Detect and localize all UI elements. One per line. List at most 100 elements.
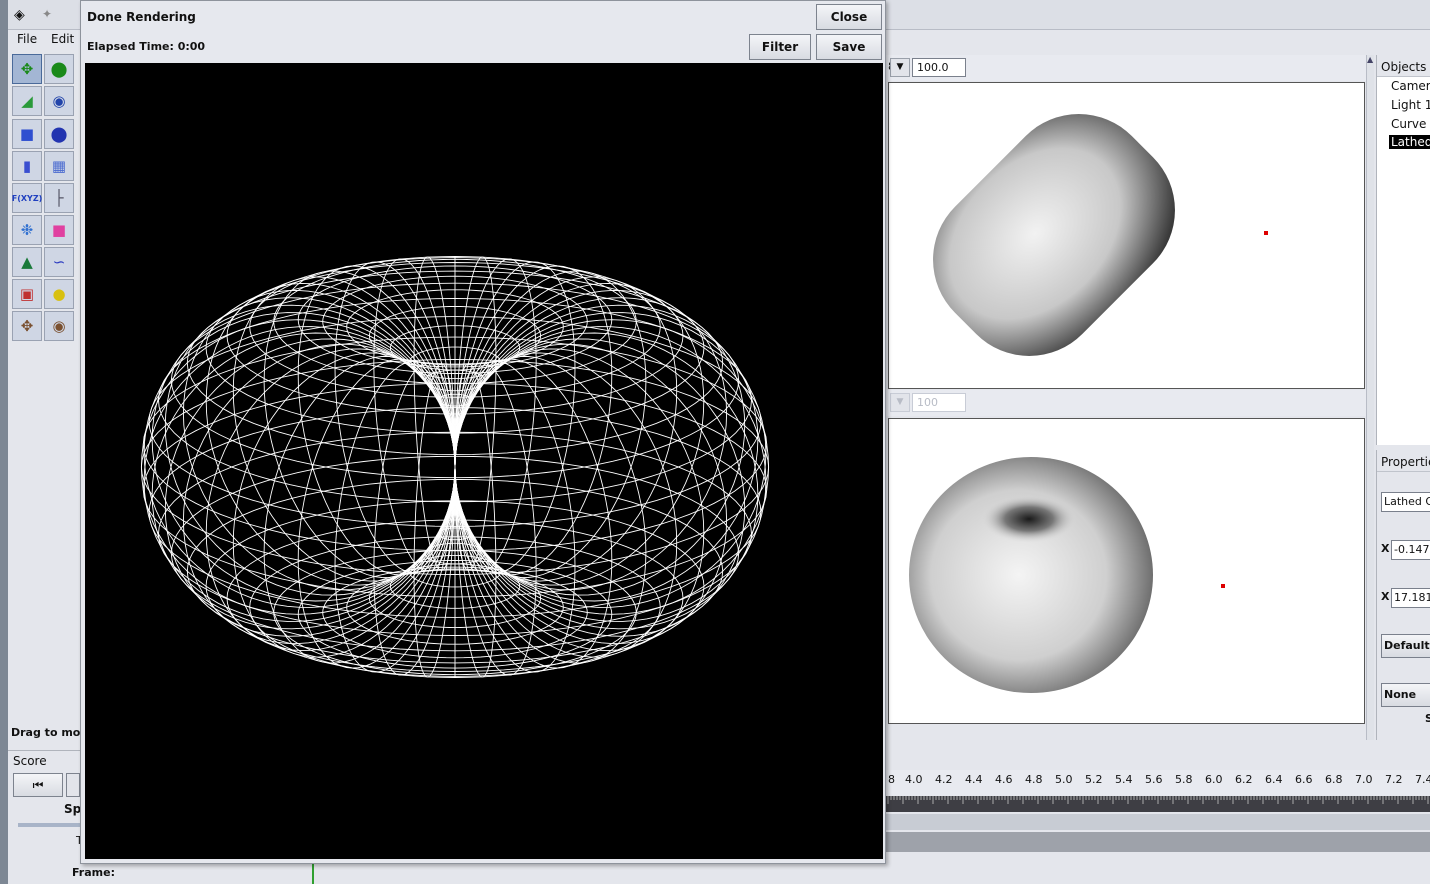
origin-marker (1221, 584, 1225, 588)
render-dialog: Done Rendering Elapsed Time: 0:00 Close … (80, 0, 886, 864)
timeline-tick-label: 5.8 (1175, 773, 1193, 786)
wire-meridian (164, 297, 456, 596)
object-name-field[interactable]: Lathed O (1381, 492, 1430, 512)
score-label: Score (13, 754, 47, 768)
droplet-tool[interactable]: ❉ (12, 215, 42, 245)
light-tool[interactable]: ● (44, 279, 74, 309)
sphere-tool[interactable]: ⬤ (44, 119, 74, 149)
drag-hint: Drag to mov (11, 726, 88, 739)
torus-shape (909, 457, 1153, 693)
rotate-view-tool[interactable]: ◉ (44, 311, 74, 341)
rotate-tool[interactable]: ⬤ (44, 54, 74, 84)
play-button[interactable] (66, 773, 80, 797)
panel-splitter[interactable]: ▲ (1366, 55, 1374, 740)
render-image (85, 63, 883, 859)
move-view-tool[interactable]: ✥ (12, 311, 42, 341)
properties-panel: Propertie Lathed O X -0.147 X 17.181 Def… (1376, 450, 1430, 740)
timeline-scale[interactable] (886, 796, 1430, 812)
bevel-icon: ◢ (21, 92, 33, 110)
wire-meridian (164, 338, 456, 637)
function-xyz-icon: F(XYZ) (11, 193, 43, 203)
camera-tool[interactable]: ▣ (12, 279, 42, 309)
objects-panel: Objects Camera Light 1 Curve 9 Lathed (1376, 55, 1430, 445)
cylinder-tool[interactable]: ▮ (12, 151, 42, 181)
object-item-camera[interactable]: Camera (1391, 79, 1430, 93)
droplet-icon: ❉ (20, 221, 34, 239)
top-viewport[interactable] (888, 82, 1365, 389)
timeline-tick-label: 6.4 (1265, 773, 1283, 786)
cylinder-icon: ▮ (22, 157, 32, 175)
zoom-field-disabled: 100 (912, 393, 966, 412)
pink-cube-tool[interactable]: ■ (44, 215, 74, 245)
timeline-track[interactable] (886, 814, 1430, 830)
move-tool[interactable]: ✥ (12, 54, 42, 84)
tree-tool[interactable]: ├ (44, 183, 74, 213)
timeline-tick-label: 4.0 (905, 773, 923, 786)
bevel-tool[interactable]: ◢ (12, 86, 42, 116)
timeline-tick-label: 4.6 (995, 773, 1013, 786)
time-marker[interactable] (312, 864, 314, 884)
timeline-track[interactable] (886, 832, 1430, 852)
x-label: X (1381, 542, 1390, 555)
render-status: Done Rendering (87, 10, 196, 24)
filter-button[interactable]: Filter (749, 34, 811, 60)
move-view-icon: ✥ (20, 317, 34, 335)
view-dropdown-disabled: ▼ (890, 393, 910, 412)
timeline-tick-label: 4.8 (1025, 773, 1043, 786)
curve-tool[interactable]: ∽ (44, 247, 74, 277)
properties-header: Propertie (1377, 450, 1430, 472)
timeline-tick-label: 5.2 (1085, 773, 1103, 786)
rewind-icon: ⏮ (32, 778, 44, 792)
toolbox: ✥ ⬤ ◢ ◉ ■ ⬤ ▮ ▦ F(XYZ) ├ ❉ ■ ▲ ∽ ▣ ● ✥ ◉ (10, 54, 78, 346)
elapsed-time: Elapsed Time: 0:00 (87, 40, 206, 53)
bottom-viewport[interactable] (888, 418, 1365, 724)
object-item-lathed[interactable]: Lathed (1389, 135, 1430, 149)
menu-file[interactable]: File (17, 32, 37, 46)
rotation-x-field[interactable]: 17.181 (1391, 588, 1430, 608)
app-logo-icon: ◈ (14, 7, 25, 23)
divider (8, 750, 80, 751)
frame-label: Frame: (72, 866, 115, 879)
collapse-icon[interactable]: ▲ (1367, 55, 1373, 64)
object-item-curve[interactable]: Curve 9 (1391, 117, 1430, 131)
speed-label: Sp (64, 802, 82, 816)
timeline-tick-label: 4.2 (935, 773, 953, 786)
view-dropdown[interactable]: ▼ (890, 58, 910, 77)
timeline-tick-label: 6.8 (1325, 773, 1343, 786)
bottom-viewport-toolbar: ▼ 100 (886, 390, 1370, 416)
pink-cube-icon: ■ (51, 221, 67, 239)
skew-tool[interactable]: ▲ (12, 247, 42, 277)
lightbulb-icon: ● (52, 285, 66, 303)
function-xyz-tool[interactable]: F(XYZ) (12, 183, 42, 213)
material-button[interactable]: None (1381, 683, 1430, 707)
smoothing-label: S (1425, 712, 1430, 725)
skew-icon: ▲ (21, 253, 33, 271)
cube-tool[interactable]: ■ (12, 119, 42, 149)
wire-meridian (454, 338, 746, 637)
curve-icon: ∽ (52, 253, 66, 271)
object-item-light[interactable]: Light 1 (1391, 98, 1430, 112)
top-viewport-toolbar: 8 ▼ 100.0 (886, 55, 1370, 81)
pin-icon[interactable]: ✦ (42, 7, 52, 21)
close-button[interactable]: Close (816, 4, 882, 30)
rewind-button[interactable]: ⏮ (13, 773, 63, 797)
timeline-tick-label: 5.0 (1055, 773, 1073, 786)
lathe-tool[interactable]: ◉ (44, 86, 74, 116)
chevron-down-icon: ▼ (896, 397, 904, 407)
sphere-icon: ⬤ (50, 125, 68, 143)
texture-button[interactable]: Default T (1381, 634, 1430, 658)
lathe-icon: ◉ (52, 92, 66, 110)
left-edge-strip (0, 0, 8, 884)
x-label: X (1381, 590, 1390, 603)
menu-edit[interactable]: Edit (51, 32, 74, 46)
position-x-field[interactable]: -0.147 (1391, 540, 1430, 560)
zoom-field[interactable]: 100.0 (912, 58, 966, 77)
spline-mesh-tool[interactable]: ▦ (44, 151, 74, 181)
save-button[interactable]: Save (816, 34, 882, 60)
timeline-tick-label: 7.4 (1415, 773, 1430, 786)
timeline-tick-label: 4.4 (965, 773, 983, 786)
chevron-down-icon: ▼ (896, 62, 904, 72)
speed-slider[interactable] (18, 823, 80, 827)
camera-icon: ▣ (19, 285, 35, 303)
origin-marker (1264, 231, 1268, 235)
